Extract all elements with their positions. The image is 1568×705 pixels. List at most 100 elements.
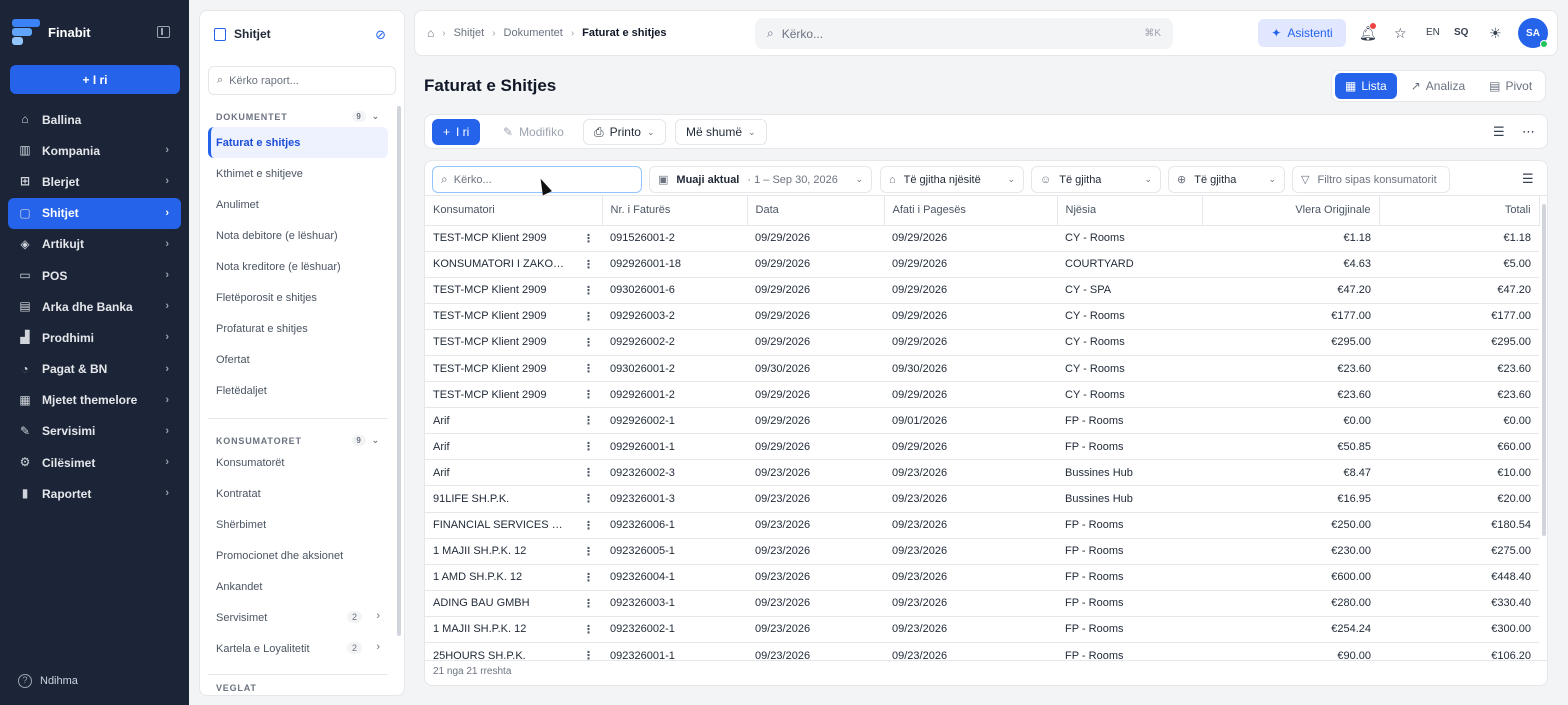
row-menu-icon[interactable]: ⋮	[575, 251, 603, 278]
table-row[interactable]: Arif ⋮ 092926002-1 09/29/2026 09/01/2026 FP -…	[425, 407, 1540, 435]
star-icon[interactable]: ☆	[1394, 25, 1407, 42]
global-search-input[interactable]	[781, 26, 1112, 41]
unpin-icon[interactable]: ⊘	[375, 27, 386, 43]
panel-item[interactable]: Konsumatorët	[208, 447, 388, 478]
report-search[interactable]: ⌕	[208, 66, 396, 95]
sidebar-item-blerjet[interactable]: ⊞ Blerjet ›	[8, 166, 181, 197]
more-button[interactable]: Më shumë ⌄	[675, 119, 767, 145]
row-menu-icon[interactable]: ⋮	[575, 355, 603, 383]
row-menu-icon[interactable]: ⋮	[575, 642, 603, 660]
column-header-invoice-no[interactable]: Nr. i Faturës	[602, 196, 748, 226]
row-menu-icon[interactable]: ⋮	[575, 616, 603, 644]
table-row[interactable]: 25HOURS SH.P.K. ⋮ 092326001-1 09/23/2026 09/…	[425, 642, 1540, 660]
row-menu-icon[interactable]: ⋮	[575, 225, 603, 252]
new-document-button[interactable]: + I ri	[10, 65, 180, 94]
panel-item[interactable]: Fletëdaljet	[208, 375, 388, 406]
column-header-due-date[interactable]: Afati i Pagesës	[884, 196, 1058, 226]
tab-list[interactable]: ▦ Lista	[1335, 73, 1397, 99]
table-row[interactable]: TEST-MCP Klient 2909 ⋮ 091526001-2 09/29/20…	[425, 225, 1540, 252]
row-menu-icon[interactable]: ⋮	[575, 512, 603, 539]
panel-item[interactable]: Ofertat	[208, 344, 388, 375]
table-row[interactable]: TEST-MCP Klient 2909 ⋮ 092926003-2 09/29/20…	[425, 303, 1540, 330]
lang-sq[interactable]: SQ	[1454, 27, 1468, 38]
sidebar-item-mjetet-themelore[interactable]: ▦ Mjetet themelore ›	[8, 385, 181, 416]
row-menu-icon[interactable]: ⋮	[575, 433, 603, 461]
table-row[interactable]: TEST-MCP Klient 2909 ⋮ 093026001-2 09/30/20…	[425, 355, 1540, 383]
section-header-konsumatoret[interactable]: KONSUMATORET 9 ⌄	[216, 435, 380, 446]
panel-item[interactable]: Anulimet	[208, 189, 388, 220]
panel-item[interactable]: Kartela e Loyalitetit 2 ›	[208, 633, 388, 664]
sidebar-item-pos[interactable]: ▭ POS ›	[8, 260, 181, 291]
panel-scrollbar[interactable]	[397, 106, 401, 636]
row-menu-icon[interactable]: ⋮	[575, 381, 603, 409]
report-search-input[interactable]	[229, 74, 380, 87]
table-row[interactable]: 1 MAJII SH.P.K. 12 ⋮ 092326005-1 09/23/2026…	[425, 538, 1540, 565]
tab-pivot[interactable]: ▤ Pivot	[1479, 73, 1542, 99]
panel-item[interactable]: Faturat e shitjes	[208, 127, 388, 158]
help-link[interactable]: ? Ndihma	[18, 674, 78, 688]
panel-item[interactable]: Kthimet e shitjeve	[208, 158, 388, 189]
column-header-date[interactable]: Data	[747, 196, 885, 226]
row-menu-icon[interactable]: ⋮	[575, 303, 603, 330]
table-scrollbar[interactable]	[1542, 204, 1546, 536]
customer-filter[interactable]: ▽ Filtro sipas konsumatorit	[1292, 166, 1450, 193]
group-filter[interactable]: ☺ Të gjitha ⌄	[1031, 166, 1161, 193]
filter-settings-icon[interactable]: ☰	[1522, 171, 1534, 187]
table-row[interactable]: 1 MAJII SH.P.K. 12 ⋮ 092326002-1 09/23/2026…	[425, 616, 1540, 644]
column-header-unit[interactable]: Njësia	[1057, 196, 1203, 226]
row-menu-icon[interactable]: ⋮	[575, 485, 603, 513]
table-row[interactable]: TEST-MCP Klient 2909 ⋮ 092926001-2 09/29/20…	[425, 381, 1540, 409]
breadcrumb-item[interactable]: Dokumentet	[504, 27, 563, 39]
table-row[interactable]: ADING BAU GMBH ⋮ 092326003-1 09/23/2026 09/2…	[425, 590, 1540, 617]
panel-item[interactable]: Ankandet	[208, 571, 388, 602]
panel-item[interactable]: Servisimet 2 ›	[208, 602, 388, 633]
sidebar-item-kompania[interactable]: ▥ Kompania ›	[8, 135, 181, 166]
panel-item[interactable]: Profaturat e shitjes	[208, 313, 388, 344]
row-menu-icon[interactable]: ⋮	[575, 329, 603, 356]
sidebar-item-shitjet[interactable]: ▢ Shitjet ›	[8, 197, 181, 229]
row-menu-icon[interactable]: ⋮	[575, 407, 603, 435]
home-icon[interactable]: ⌂	[427, 26, 434, 40]
sidebar-item-pagat-bn[interactable]: ◔ Pagat & BN ›	[8, 354, 181, 385]
lang-en[interactable]: EN	[1426, 27, 1440, 38]
sidebar-item-raportet[interactable]: ▮ Raportet ›	[8, 478, 181, 509]
sidebar-item-ballina[interactable]: ⌂ Ballina	[8, 104, 181, 135]
row-menu-icon[interactable]: ⋮	[575, 459, 603, 487]
panel-item[interactable]: Fletëporosit e shitjes	[208, 282, 388, 313]
region-filter[interactable]: ⊕ Të gjitha ⌄	[1168, 166, 1285, 193]
table-row[interactable]: TEST-MCP Klient 2909 ⋮ 093026001-6 09/29/20…	[425, 277, 1540, 304]
table-row[interactable]: 91LIFE SH.P.K. ⋮ 092326001-3 09/23/2026 09/2…	[425, 485, 1540, 513]
column-header-customer[interactable]: Konsumatori	[425, 196, 603, 226]
row-menu-icon[interactable]: ⋮	[575, 538, 603, 565]
sidebar-item-artikujt[interactable]: ◈ Artikujt ›	[8, 229, 181, 260]
period-filter[interactable]: ▣ Muaji aktual · 1 – Sep 30, 2026 ⌄	[649, 166, 872, 193]
sidebar-item-cil-simet[interactable]: ⚙ Cilësimet ›	[8, 447, 181, 478]
panel-item[interactable]: Promocionet dhe aksionet	[208, 540, 388, 571]
table-row[interactable]: 1 AMD SH.P.K. 12 ⋮ 092326004-1 09/23/2026 09…	[425, 564, 1540, 591]
collapse-sidebar-icon[interactable]	[157, 26, 170, 38]
table-row[interactable]: KONSUMATORI I ZAKONSH... ⋮ 092926001-18 09/…	[425, 251, 1540, 278]
panel-item[interactable]: Nota kreditore (e lëshuar)	[208, 251, 388, 282]
new-invoice-button[interactable]: + I ri	[432, 119, 481, 145]
row-menu-icon[interactable]: ⋮	[575, 277, 603, 304]
table-row[interactable]: TEST-MCP Klient 2909 ⋮ 092926002-2 09/29/20…	[425, 329, 1540, 356]
tab-analysis[interactable]: ↗ Analiza	[1401, 73, 1475, 99]
table-row[interactable]: Arif ⋮ 092926001-1 09/29/2026 09/29/2026 FP -…	[425, 433, 1540, 461]
panel-item[interactable]: Nota debitore (e lëshuar)	[208, 220, 388, 251]
sidebar-item-prodhimi[interactable]: ▟ Prodhimi ›	[8, 322, 181, 353]
column-header-total[interactable]: Totali	[1379, 196, 1540, 226]
brand[interactable]: Finabit	[12, 16, 91, 48]
global-search[interactable]: ⌕ ⌘K	[755, 18, 1173, 49]
assistant-button[interactable]: ✦ Asistenti	[1258, 19, 1346, 47]
column-header-original-value[interactable]: Vlera Origjinale	[1202, 196, 1380, 226]
breadcrumb-item[interactable]: Shitjet	[454, 27, 485, 39]
row-menu-icon[interactable]: ⋮	[575, 564, 603, 591]
table-row[interactable]: Arif ⋮ 092326002-3 09/23/2026 09/23/2026 Buss…	[425, 459, 1540, 487]
row-menu-icon[interactable]: ⋮	[575, 590, 603, 617]
section-header-dokumentet[interactable]: DOKUMENTET 9 ⌄	[216, 111, 380, 122]
print-button[interactable]: ⎙ Printo ⌄	[583, 119, 666, 145]
more-options-icon[interactable]: ⋯	[1522, 124, 1535, 140]
unit-filter[interactable]: ⌂ Të gjitha njësitë ⌄	[880, 166, 1024, 193]
edit-button[interactable]: ✎ Modifiko	[492, 119, 575, 145]
sun-icon[interactable]: ☀︎	[1489, 25, 1502, 42]
